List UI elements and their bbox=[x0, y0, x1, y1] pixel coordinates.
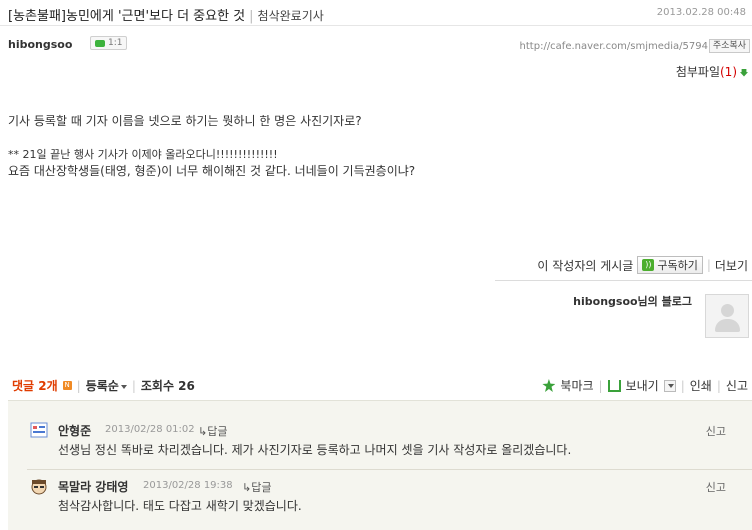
divider: | bbox=[680, 378, 685, 393]
reply-label: 답글 bbox=[207, 425, 228, 438]
post-title-row: [농촌불패]농민에게 '근면'보다 더 중요한 것 | 첨삭완료기사 bbox=[8, 5, 324, 24]
subscribe-prefix: 이 작성자의 게시글 bbox=[537, 258, 634, 273]
send-button[interactable]: 보내기 bbox=[626, 377, 659, 394]
comment-author[interactable]: 안형준 bbox=[58, 422, 91, 439]
reply-button[interactable]: ↳답글 bbox=[198, 423, 227, 439]
one-to-one-chat-button[interactable]: 1:1 bbox=[90, 36, 128, 50]
divider: | bbox=[76, 378, 81, 393]
author-name[interactable]: hibongsoo bbox=[8, 38, 72, 51]
chat-label: 1:1 bbox=[108, 38, 123, 48]
reply-button[interactable]: ↳답글 bbox=[242, 479, 271, 495]
new-badge-icon: N bbox=[62, 381, 72, 390]
send-icon bbox=[607, 379, 621, 392]
avatar-head-icon bbox=[721, 304, 734, 317]
attachment-link[interactable]: 첨부파일(1) bbox=[676, 63, 748, 80]
comment-report-button[interactable]: 신고 bbox=[706, 479, 726, 495]
send-options-dropdown[interactable] bbox=[663, 379, 676, 392]
comment-author[interactable]: 목말라 강태영 bbox=[58, 478, 128, 495]
attachment-count: (1) bbox=[720, 65, 737, 79]
more-link[interactable]: 더보기 bbox=[715, 257, 748, 274]
reply-arrow-icon: ↳ bbox=[242, 481, 252, 494]
divider: | bbox=[716, 378, 721, 393]
author-avatar[interactable] bbox=[705, 294, 749, 338]
reply-arrow-icon: ↳ bbox=[198, 425, 208, 438]
post-body-line-3: 요즘 대산장학생들(태영, 형준)이 너무 해이해진 것 같다. 너네들이 기득… bbox=[8, 164, 416, 178]
rss-icon: )) bbox=[642, 259, 655, 271]
divider: | bbox=[706, 258, 711, 272]
title-divider: | bbox=[249, 9, 254, 24]
subscribe-button-label: 구독하기 bbox=[657, 259, 698, 272]
subscribe-row: 이 작성자의 게시글 )) 구독하기 | 더보기 bbox=[537, 256, 748, 274]
avatar-body-icon bbox=[715, 319, 740, 332]
post-url[interactable]: http://cafe.naver.com/smjmedia/5794 bbox=[520, 41, 708, 52]
comment-divider bbox=[27, 469, 752, 470]
commenter-avatar-icon[interactable] bbox=[30, 477, 48, 495]
view-count: 조회수 26 bbox=[140, 379, 195, 393]
download-icon bbox=[740, 68, 748, 77]
bookmark-star-icon bbox=[542, 379, 556, 392]
chat-bubble-icon bbox=[95, 39, 105, 47]
comment-date: 2013/02/28 19:38 bbox=[143, 480, 233, 491]
reply-label: 답글 bbox=[251, 481, 272, 494]
print-button[interactable]: 인쇄 bbox=[690, 377, 712, 394]
subscribe-button[interactable]: )) 구독하기 bbox=[637, 256, 703, 274]
comment-text: 선생님 정신 똑바로 차리겠습니다. 제가 사진기자로 등록하고 나머지 셋을 … bbox=[58, 443, 572, 457]
post-date: 2013.02.28 00:48 bbox=[656, 7, 746, 18]
comment-bar-right: 북마크 | 보내기 | 인쇄 | 신고 bbox=[542, 377, 748, 394]
blog-name-link[interactable]: hibongsoo님의 블로그 bbox=[573, 293, 692, 309]
copy-url-button[interactable]: 주소복사 bbox=[708, 39, 750, 53]
chevron-down-icon bbox=[667, 383, 674, 388]
comment-count-toggle[interactable]: 댓글 2개 bbox=[12, 377, 58, 394]
post-body-line-1: 기사 등록할 때 기자 이름을 넷으로 하기는 뭣하니 한 명은 사진기자로? bbox=[8, 114, 362, 128]
commenter-avatar-icon[interactable] bbox=[30, 421, 48, 439]
divider: | bbox=[598, 378, 603, 393]
post-body-line-2: ** 21일 끝난 행사 기사가 이제야 올라오다니!!!!!!!!!!!!!! bbox=[8, 148, 278, 161]
chevron-down-icon bbox=[120, 384, 127, 389]
divider-line bbox=[495, 280, 752, 281]
comment-bar-left: 댓글 2개 N | 등록순 | 조회수 26 bbox=[12, 377, 195, 394]
post-category[interactable]: 첨삭완료기사 bbox=[258, 9, 324, 23]
attachment-label: 첨부파일 bbox=[675, 65, 720, 79]
report-post-button[interactable]: 신고 bbox=[726, 377, 748, 394]
post-title[interactable]: [농촌불패]농민에게 '근면'보다 더 중요한 것 bbox=[8, 9, 245, 24]
divider: | bbox=[131, 378, 136, 393]
comment-date: 2013/02/28 01:02 bbox=[105, 424, 195, 435]
bookmark-button[interactable]: 북마크 bbox=[560, 377, 593, 394]
comment-text: 첨삭감사합니다. 태도 다잡고 새학기 맞겠습니다. bbox=[58, 499, 302, 513]
sort-dropdown[interactable]: 등록순 bbox=[86, 377, 127, 394]
sort-label: 등록순 bbox=[85, 379, 119, 393]
comment-report-button[interactable]: 신고 bbox=[706, 423, 726, 439]
